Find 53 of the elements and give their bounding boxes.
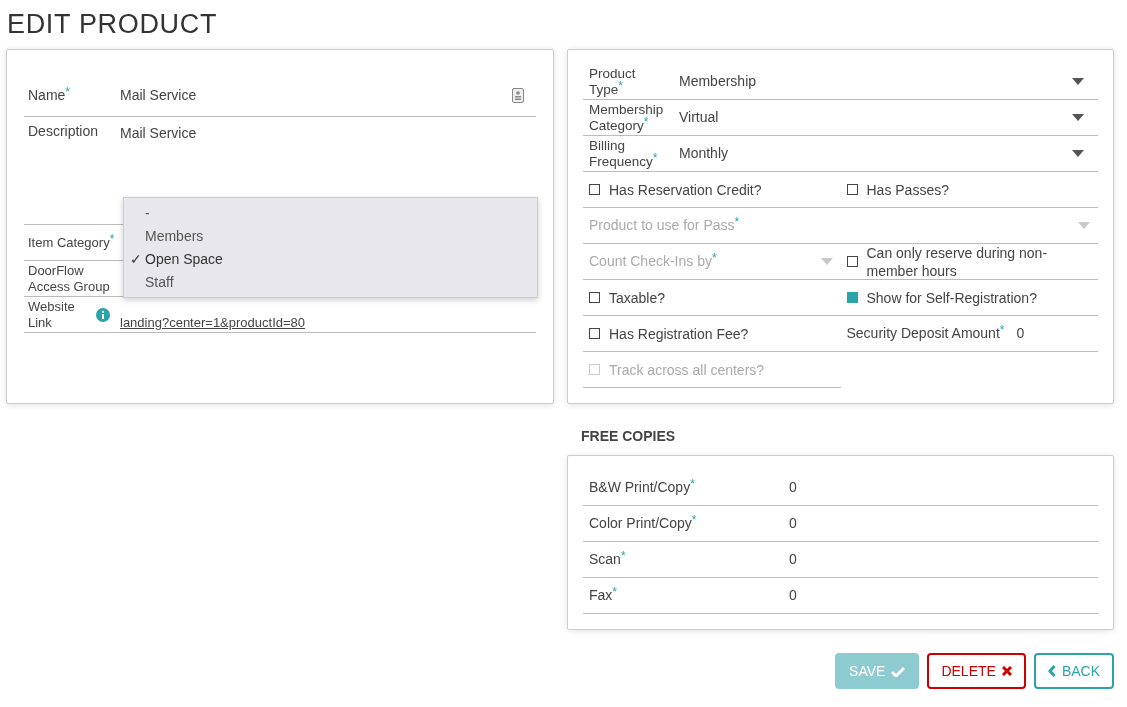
checkbox-label: Can only reserve during non-member hours [866, 243, 1049, 280]
checkbox[interactable] [846, 256, 858, 267]
checkbox[interactable] [846, 184, 858, 195]
select-field[interactable]: Virtual [679, 107, 1092, 128]
menu-item[interactable]: Staff [124, 271, 537, 294]
close-icon [1001, 666, 1012, 676]
checkbox-label: Has Passes? [866, 180, 949, 199]
number-field[interactable]: 0 [789, 477, 797, 498]
field-label: Website Link [28, 298, 76, 331]
checkmark-icon: ✓ [130, 249, 142, 270]
checkbox-label: Show for Self-Registration? [866, 288, 1037, 307]
checkbox-label: Track across all centers? [609, 360, 765, 379]
field-label: Billing Frequency$^{*}$ [589, 137, 659, 170]
field-label: Description [28, 123, 100, 141]
checkbox-label: Has Registration Fee? [609, 324, 749, 343]
delete-button[interactable]: DELETE [927, 653, 1026, 689]
checkbox[interactable] [589, 328, 600, 339]
checkbox-label: Taxable? [609, 288, 666, 307]
caret-icon [1072, 150, 1084, 157]
select-field[interactable]: Membership [679, 71, 1092, 92]
field-label: Membership Category$^{*}$ [589, 101, 665, 134]
field-label: Scan$^{*}$ [589, 549, 627, 569]
field-label: DoorFlow Access Group [28, 262, 111, 295]
contact-card-icon [512, 87, 524, 103]
menu-item[interactable]: Members [124, 225, 537, 248]
caret-icon [1078, 222, 1090, 229]
field-label: Security Deposit Amount$^{*}$ [846, 323, 1005, 343]
field-label: Product Type$^{*}$ [589, 65, 637, 98]
caret-icon [1072, 114, 1084, 121]
menu-item[interactable]: - [124, 202, 537, 225]
page-title: EDIT PRODUCT [6, 8, 219, 41]
chevron-left-icon [1047, 665, 1056, 677]
field-label: Fax$^{*}$ [589, 585, 618, 605]
checkbox-label: Has Reservation Credit? [609, 180, 762, 199]
checkbox[interactable] [589, 292, 600, 303]
check-icon [891, 665, 906, 677]
field-label: B&W Print/Copy$^{*}$ [589, 477, 696, 497]
amount-field[interactable]: 0 [1016, 323, 1025, 344]
website-link[interactable]: landing?center=1&productId=80 [120, 296, 306, 333]
checkbox[interactable] [846, 292, 858, 303]
section-heading: FREE COPIES [580, 427, 677, 446]
number-field[interactable]: 0 [789, 513, 797, 534]
caret-icon [1072, 78, 1084, 85]
checkbox[interactable] [589, 184, 600, 195]
field-label: Color Print/Copy$^{*}$ [589, 513, 698, 533]
info-icon [96, 307, 110, 322]
caret-icon [820, 258, 833, 265]
select-field[interactable]: Monthly [679, 143, 1092, 164]
menu-item[interactable]: ✓ Open Space [124, 248, 537, 271]
field-label: Name$^{*}$ [28, 87, 72, 103]
number-field[interactable]: 0 [789, 549, 797, 570]
name-field[interactable]: Mail Service [120, 84, 532, 106]
number-field[interactable]: 0 [789, 585, 797, 606]
